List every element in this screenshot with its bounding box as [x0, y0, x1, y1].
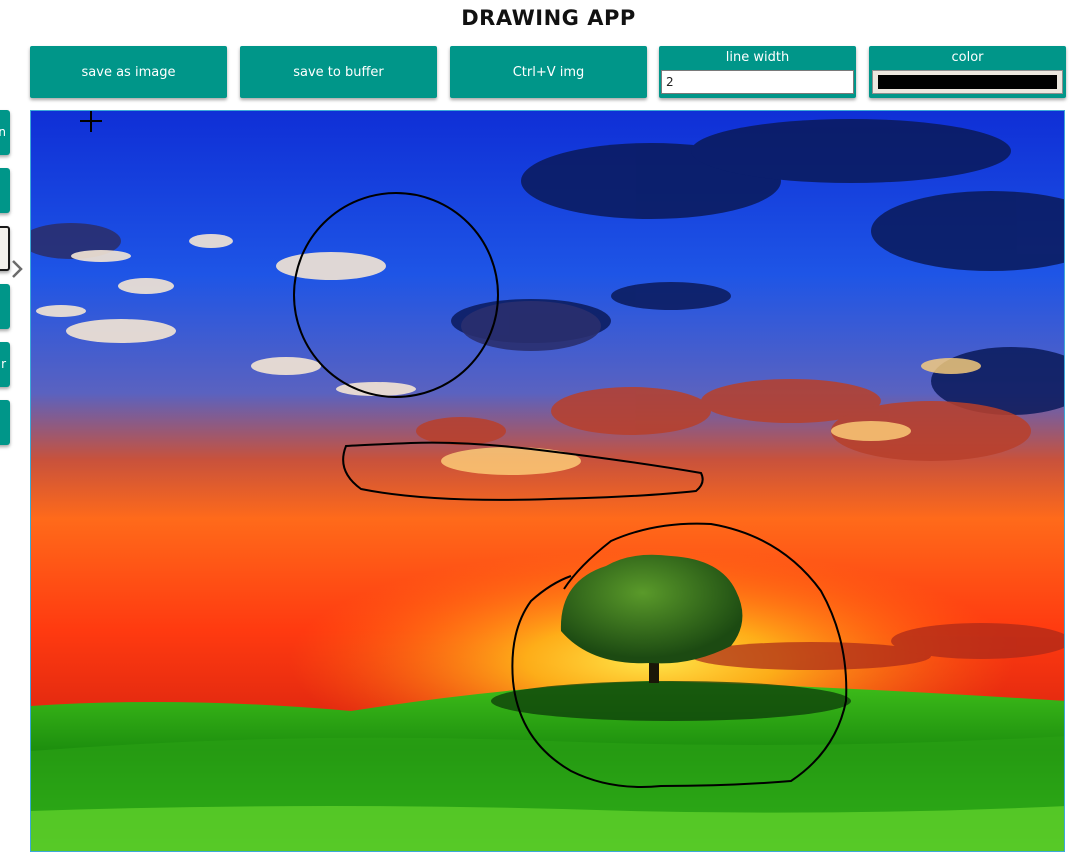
- side-tab-label: r: [1, 357, 6, 371]
- line-width-input[interactable]: [661, 70, 854, 94]
- color-picker[interactable]: [872, 70, 1063, 94]
- side-tab-2[interactable]: [0, 168, 10, 213]
- drawing-canvas[interactable]: [30, 110, 1065, 852]
- side-tab-5[interactable]: r: [0, 342, 10, 387]
- side-tab-label: n: [0, 125, 6, 139]
- color-label: color: [951, 50, 984, 65]
- side-tab-3[interactable]: [0, 226, 10, 271]
- color-panel: color: [869, 46, 1066, 98]
- canvas-image: [31, 111, 1064, 851]
- save-to-buffer-button[interactable]: save to buffer: [240, 46, 437, 98]
- color-swatch: [878, 75, 1057, 89]
- chevron-right-icon[interactable]: [10, 258, 26, 282]
- line-width-panel: line width: [659, 46, 856, 98]
- paste-image-button[interactable]: Ctrl+V img: [450, 46, 647, 98]
- app-title: DRAWING APP: [461, 6, 636, 30]
- save-as-image-button[interactable]: save as image: [30, 46, 227, 98]
- side-tab-6[interactable]: [0, 400, 10, 445]
- line-width-label: line width: [725, 50, 790, 65]
- side-tab-4[interactable]: [0, 284, 10, 329]
- side-tab-1[interactable]: n: [0, 110, 10, 155]
